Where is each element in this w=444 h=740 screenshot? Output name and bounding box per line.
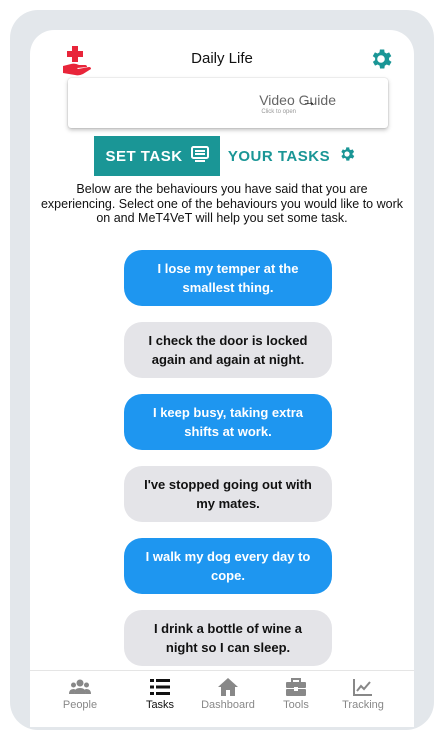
nav-item-people[interactable]: People [50, 677, 110, 711]
gear-icon [338, 145, 356, 167]
tab-your-tasks-label: YOUR TASKS [227, 147, 331, 165]
toolbox-icon [285, 677, 307, 697]
arrow-right-icon: → [302, 93, 316, 109]
video-guide-button[interactable]: Video Guide Click to open → [68, 78, 388, 128]
settings-gear-icon[interactable] [368, 46, 394, 72]
nav-label-tracking: Tracking [342, 699, 384, 711]
chart-icon [352, 677, 374, 697]
nav-item-tools[interactable]: Tools [266, 677, 326, 711]
nav-label-people: People [62, 699, 98, 711]
nav-label-tasks: Tasks [145, 699, 175, 711]
bottom-nav: People Tasks Dashboard Tools Tracking [30, 670, 414, 727]
nav-item-dashboard[interactable]: Dashboard [198, 677, 258, 711]
video-guide-label: Video Guide [259, 92, 336, 108]
tab-set-task[interactable]: SET TASK [94, 136, 220, 176]
tab-set-task-label: SET TASK [105, 147, 183, 165]
list-icon [149, 677, 171, 697]
behaviour-option[interactable]: I lose my temper at the smallest thing. [124, 250, 332, 306]
behaviour-option[interactable]: I check the door is locked again and aga… [124, 322, 332, 378]
behaviour-option[interactable]: I keep busy, taking extra shifts at work… [124, 394, 332, 450]
people-icon [69, 677, 91, 697]
behaviour-option[interactable]: I've stopped going out with my mates. [124, 466, 332, 522]
video-guide-sublabel: Click to open [261, 109, 296, 115]
behaviour-option[interactable]: I walk my dog every day to cope. [124, 538, 332, 594]
nav-label-tools: Tools [283, 699, 309, 711]
behaviour-option[interactable]: I drink a bottle of wine a night so I ca… [124, 610, 332, 666]
tv-screen-icon [190, 145, 209, 167]
page-title: Daily Life [191, 50, 253, 67]
intro-text: Below are the behaviours you have said t… [40, 182, 404, 225]
home-icon [217, 677, 239, 697]
nav-item-tracking[interactable]: Tracking [333, 677, 393, 711]
tab-your-tasks[interactable]: YOUR TASKS [226, 136, 358, 176]
app-screen: Daily Life Video Guide Click to open → S… [30, 30, 414, 727]
nav-label-dashboard: Dashboard [201, 699, 255, 711]
nav-item-tasks[interactable]: Tasks [130, 677, 190, 711]
